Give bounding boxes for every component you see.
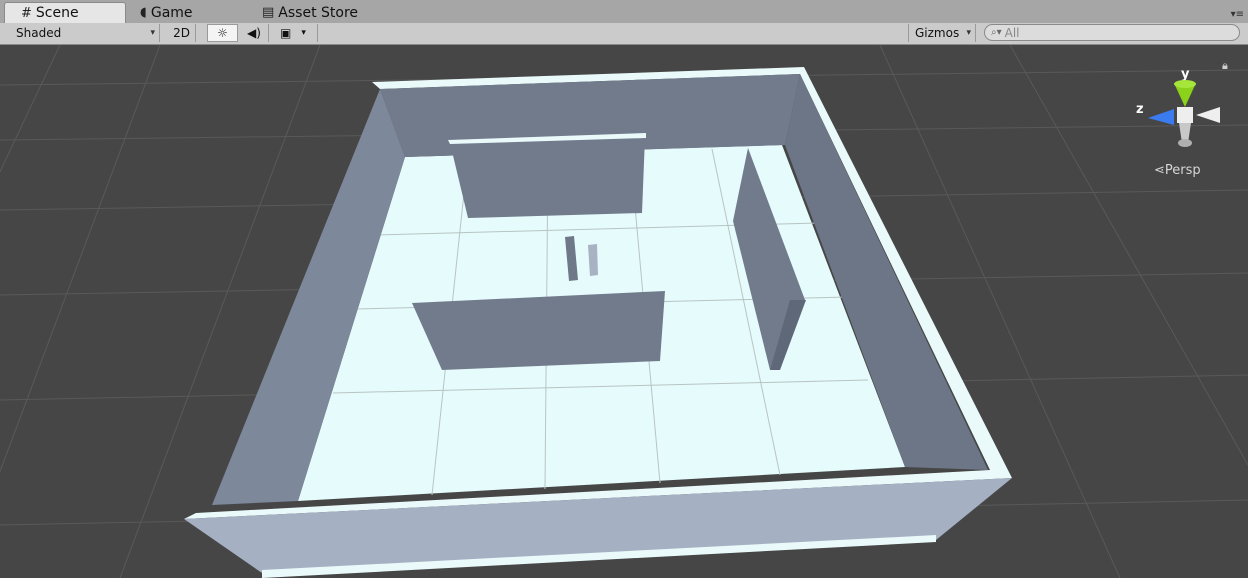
gizmo-x-axis-cone[interactable] xyxy=(1196,107,1220,123)
tab-scene[interactable]: # Scene xyxy=(4,2,126,23)
gizmo-y-label: y xyxy=(1181,67,1190,82)
tab-label: Scene xyxy=(35,5,79,21)
tab-menu-icon[interactable]: ▾≡ xyxy=(1231,9,1244,20)
search-input[interactable]: ⌕▾ All xyxy=(984,24,1240,41)
tab-label: Asset Store xyxy=(278,4,359,21)
gizmo-y-cap xyxy=(1174,80,1196,88)
2d-toggle-button[interactable]: 2D xyxy=(168,24,196,42)
gizmos-dropdown[interactable]: Gizmos xyxy=(908,24,976,42)
gizmo-z-label: z xyxy=(1136,102,1144,117)
projection-label: Persp xyxy=(1164,163,1201,178)
speaker-icon: ◀) xyxy=(247,26,261,40)
search-icon: ⌕▾ xyxy=(991,27,1002,38)
pacman-icon: ◖ xyxy=(140,5,147,20)
window-tab-bar: # Scene ◖ Game ▤ Asset Store ▾≡ xyxy=(0,0,1248,24)
sun-icon: ☼ xyxy=(217,26,228,40)
scene-audio-toggle[interactable]: ◀) xyxy=(240,24,269,42)
inner-wall-center xyxy=(412,291,665,370)
scene-render xyxy=(0,45,1248,578)
persp-arrow-icon: ⋖ xyxy=(1154,163,1165,178)
scene-lighting-toggle[interactable]: ☼ xyxy=(207,24,238,42)
gizmo-neg-y-cap xyxy=(1178,139,1192,147)
tab-asset-store[interactable]: ▤ Asset Store xyxy=(246,2,396,23)
search-placeholder: All xyxy=(1004,25,1020,40)
image-icon: ▣ xyxy=(280,26,292,40)
projection-toggle[interactable]: ⋖Persp xyxy=(1154,163,1201,178)
2d-label: 2D xyxy=(173,26,190,40)
scene-toolbar: Shaded 2D ☼ ◀) ▣ ▾ Gizmos ⌕▾ All xyxy=(0,23,1248,45)
draw-mode-dropdown[interactable]: Shaded xyxy=(10,24,160,42)
tab-label: Game xyxy=(150,4,193,21)
chevron-down-icon: ▾ xyxy=(301,28,306,38)
scene-viewport[interactable]: y z 🔒︎ ⋖Persp xyxy=(0,45,1248,578)
gizmo-center-cube[interactable] xyxy=(1177,107,1193,123)
scene-effects-dropdown[interactable]: ▣ ▾ xyxy=(274,24,318,42)
gizmos-label: Gizmos xyxy=(915,26,960,40)
tab-game[interactable]: ◖ Game xyxy=(124,2,244,23)
gizmo-z-axis-cone[interactable] xyxy=(1148,109,1174,125)
inner-wall-top xyxy=(450,137,645,218)
grid-hash-icon: # xyxy=(21,5,32,21)
lock-icon[interactable]: 🔒︎ xyxy=(1222,59,1228,73)
store-bag-icon: ▤ xyxy=(262,5,275,20)
draw-mode-label: Shaded xyxy=(16,26,62,40)
